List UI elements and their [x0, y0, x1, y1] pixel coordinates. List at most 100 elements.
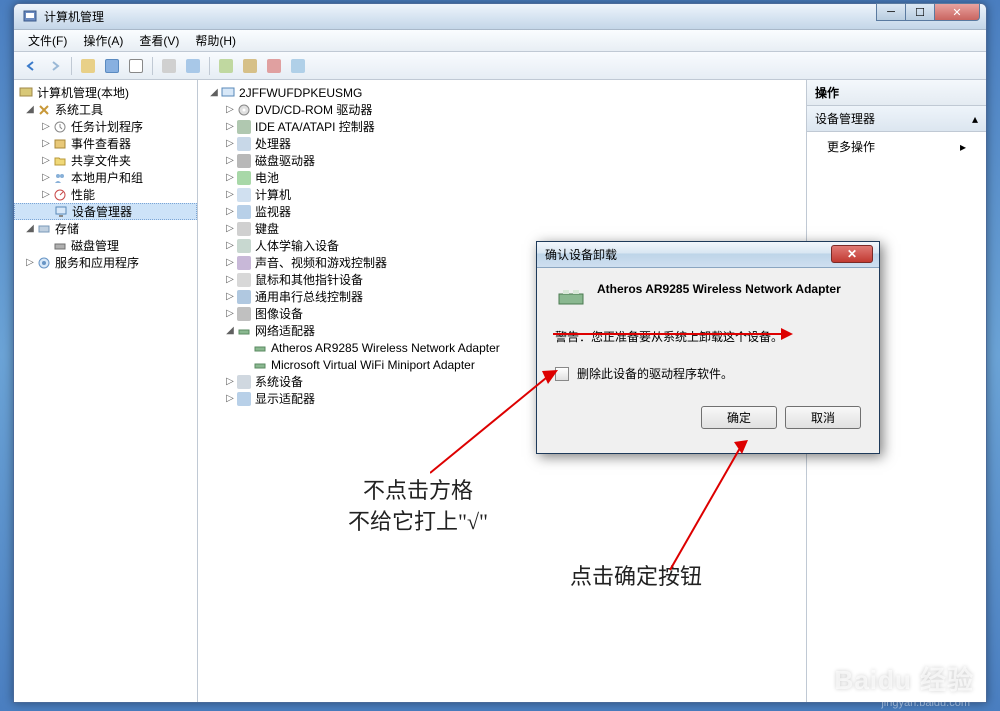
- menu-file[interactable]: 文件(F): [20, 30, 75, 51]
- tb-icon-2[interactable]: [101, 55, 123, 77]
- tree-label: 事件查看器: [71, 135, 131, 152]
- forward-button[interactable]: [44, 55, 66, 77]
- expand-icon[interactable]: ▷: [224, 206, 236, 218]
- annotation-line: 不点击方格: [288, 476, 548, 507]
- cpu-icon: [236, 136, 252, 152]
- expand-icon[interactable]: ▷: [224, 223, 236, 235]
- close-button[interactable]: ✕: [934, 3, 980, 21]
- tree-label: 存储: [55, 220, 79, 237]
- dialog-device-name: Atheros AR9285 Wireless Network Adapter: [597, 282, 841, 296]
- tree-local-users[interactable]: ▷ 本地用户和组: [14, 169, 197, 186]
- collapse-icon[interactable]: ◢: [224, 325, 236, 337]
- tree-task-scheduler[interactable]: ▷ 任务计划程序: [14, 118, 197, 135]
- device-keyboard[interactable]: ▷键盘: [198, 220, 806, 237]
- expand-icon[interactable]: ▷: [224, 274, 236, 286]
- expand-icon[interactable]: ▷: [224, 308, 236, 320]
- separator: [71, 57, 72, 75]
- tree-storage[interactable]: ◢ 存储: [14, 220, 197, 237]
- expand-icon[interactable]: ▷: [224, 104, 236, 116]
- collapse-icon[interactable]: ◢: [24, 104, 36, 116]
- collapse-icon[interactable]: ◢: [208, 87, 220, 99]
- dialog-body: Atheros AR9285 Wireless Network Adapter …: [537, 268, 879, 453]
- device-computer[interactable]: ▷ 计算机: [198, 186, 806, 203]
- more-actions[interactable]: 更多操作 ▸: [807, 132, 986, 161]
- keyboard-icon: [236, 221, 252, 237]
- dialog-close-button[interactable]: ✕: [831, 245, 873, 263]
- tree-shared-folders[interactable]: ▷ 共享文件夹: [14, 152, 197, 169]
- expand-icon[interactable]: ▷: [224, 138, 236, 150]
- tree-performance[interactable]: ▷ 性能: [14, 186, 197, 203]
- maximize-button[interactable]: ☐: [905, 3, 935, 21]
- expand-icon[interactable]: ▷: [224, 291, 236, 303]
- tb-icon-7[interactable]: [239, 55, 261, 77]
- separator: [209, 57, 210, 75]
- expand-icon[interactable]: ▷: [224, 376, 236, 388]
- tree-label: Microsoft Virtual WiFi Miniport Adapter: [271, 358, 475, 372]
- tree-system-tools[interactable]: ◢ 系统工具: [14, 101, 197, 118]
- tb-icon-3[interactable]: [125, 55, 147, 77]
- ok-button[interactable]: 确定: [701, 406, 777, 429]
- tree-label: 任务计划程序: [71, 118, 143, 135]
- back-button[interactable]: [20, 55, 42, 77]
- cancel-button[interactable]: 取消: [785, 406, 861, 429]
- actions-section[interactable]: 设备管理器 ▴: [807, 106, 986, 132]
- computer-icon: [18, 85, 34, 101]
- tb-icon-5[interactable]: [182, 55, 204, 77]
- expand-icon[interactable]: ▷: [40, 121, 52, 133]
- tb-icon-6[interactable]: [215, 55, 237, 77]
- tree-label: 鼠标和其他指针设备: [255, 271, 363, 288]
- device-ide[interactable]: ▷IDE ATA/ATAPI 控制器: [198, 118, 806, 135]
- clock-icon: [52, 119, 68, 135]
- users-icon: [52, 170, 68, 186]
- device-diskdrive[interactable]: ▷磁盘驱动器: [198, 152, 806, 169]
- device-root[interactable]: ◢ 2JFFWUFDPKEUSMG: [198, 84, 806, 101]
- tb-icon-8[interactable]: [263, 55, 285, 77]
- expand-icon[interactable]: ▷: [224, 393, 236, 405]
- tree-services[interactable]: ▷ 服务和应用程序: [14, 254, 197, 271]
- sound-icon: [236, 255, 252, 271]
- expand-icon[interactable]: ▷: [40, 172, 52, 184]
- tree-label: 系统设备: [255, 373, 303, 390]
- tb-icon-1[interactable]: [77, 55, 99, 77]
- expand-icon[interactable]: ▷: [224, 189, 236, 201]
- device-dvd[interactable]: ▷ DVD/CD-ROM 驱动器: [198, 101, 806, 118]
- menu-help[interactable]: 帮助(H): [187, 30, 244, 51]
- tree-label: DVD/CD-ROM 驱动器: [255, 101, 372, 118]
- tree-event-viewer[interactable]: ▷ 事件查看器: [14, 135, 197, 152]
- tree-root[interactable]: 计算机管理(本地): [14, 84, 197, 101]
- minimize-button[interactable]: ─: [876, 3, 906, 21]
- expand-icon[interactable]: ▷: [40, 155, 52, 167]
- expand-icon[interactable]: ▷: [224, 121, 236, 133]
- tree-label: 计算机管理(本地): [37, 84, 129, 101]
- tb-icon-4[interactable]: [158, 55, 180, 77]
- event-icon: [52, 136, 68, 152]
- delete-driver-checkbox[interactable]: [555, 367, 569, 381]
- disk-icon: [236, 153, 252, 169]
- expand-icon[interactable]: ▷: [24, 257, 36, 269]
- tree-label: 磁盘管理: [71, 237, 119, 254]
- expand-icon[interactable]: ▷: [224, 240, 236, 252]
- tree-disk-mgmt[interactable]: 磁盘管理: [14, 237, 197, 254]
- expand-icon[interactable]: ▷: [40, 138, 52, 150]
- expand-icon[interactable]: ▷: [224, 257, 236, 269]
- left-tree[interactable]: 计算机管理(本地) ◢ 系统工具 ▷ 任务计划程序 ▷ 事件查看器 ▷ 共享文件…: [14, 80, 198, 702]
- device-battery[interactable]: ▷电池: [198, 169, 806, 186]
- tree-label: 计算机: [255, 186, 291, 203]
- device-processor[interactable]: ▷处理器: [198, 135, 806, 152]
- device-monitor[interactable]: ▷监视器: [198, 203, 806, 220]
- expand-icon[interactable]: ▷: [40, 189, 52, 201]
- menu-action[interactable]: 操作(A): [75, 30, 131, 51]
- right-triangle-icon: ▸: [960, 140, 966, 154]
- tree-label: 声音、视频和游戏控制器: [255, 254, 387, 271]
- expand-icon[interactable]: ▷: [224, 172, 236, 184]
- tree-device-manager[interactable]: 设备管理器: [14, 203, 197, 220]
- tb-icon-9[interactable]: [287, 55, 309, 77]
- tree-label: 共享文件夹: [71, 152, 131, 169]
- dialog-title-text: 确认设备卸载: [545, 246, 617, 263]
- tree-label: 服务和应用程序: [55, 254, 139, 271]
- dialog-titlebar: 确认设备卸载 ✕: [537, 242, 879, 268]
- expand-icon[interactable]: ▷: [224, 155, 236, 167]
- menu-view[interactable]: 查看(V): [131, 30, 187, 51]
- mouse-icon: [236, 272, 252, 288]
- collapse-icon[interactable]: ◢: [24, 223, 36, 235]
